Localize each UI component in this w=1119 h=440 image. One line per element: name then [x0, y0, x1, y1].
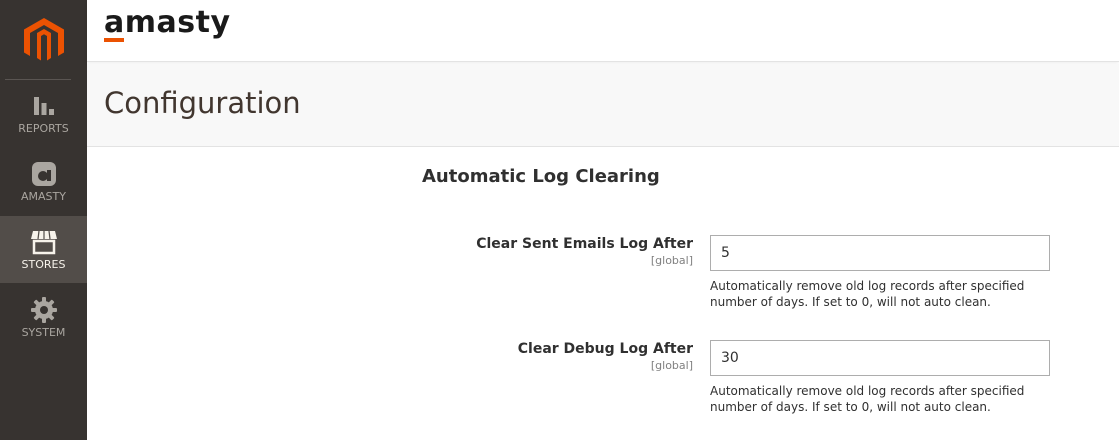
storefront-icon: [30, 228, 58, 256]
sidebar-item-label: SYSTEM: [21, 326, 66, 339]
scope-label: [global]: [650, 254, 693, 267]
brand-logo[interactable]: amasty: [104, 5, 231, 40]
gear-icon: [30, 296, 58, 324]
page-header: Configuration: [87, 64, 1119, 147]
clear-debug-log-input[interactable]: [710, 340, 1050, 376]
magento-logo[interactable]: [0, 0, 87, 79]
sidebar-item-amasty[interactable]: AMASTY: [0, 148, 87, 215]
sidebar-item-label: REPORTS: [18, 122, 69, 135]
field-note: Automatically remove old log records aft…: [710, 279, 1025, 309]
brand-underline: [104, 38, 124, 42]
sidebar-item-system[interactable]: SYSTEM: [0, 284, 87, 351]
sidebar-item-label: STORES: [21, 258, 66, 271]
amasty-icon: [30, 160, 58, 188]
config-content: Automatic Log Clearing Clear Sent Emails…: [87, 148, 1119, 440]
scope-label: [global]: [650, 359, 693, 372]
bar-chart-icon: [30, 92, 58, 120]
sidebar-item-label: AMASTY: [21, 190, 66, 203]
section-title[interactable]: Automatic Log Clearing: [422, 166, 660, 187]
field-note: Automatically remove old log records aft…: [710, 384, 1025, 414]
sidebar-item-stores[interactable]: STORES: [0, 216, 87, 283]
page-title: Configuration: [104, 86, 301, 120]
clear-debug-log-label: Clear Debug Log After: [517, 341, 693, 357]
clear-sent-emails-label: Clear Sent Emails Log After: [476, 236, 693, 252]
admin-sidebar: REPORTS AMASTY STORES SYSTEM: [0, 0, 87, 440]
sidebar-item-reports[interactable]: REPORTS: [0, 80, 87, 147]
clear-sent-emails-input[interactable]: [710, 235, 1050, 271]
magento-logo-icon: [23, 17, 64, 60]
top-bar: amasty: [87, 0, 1119, 62]
